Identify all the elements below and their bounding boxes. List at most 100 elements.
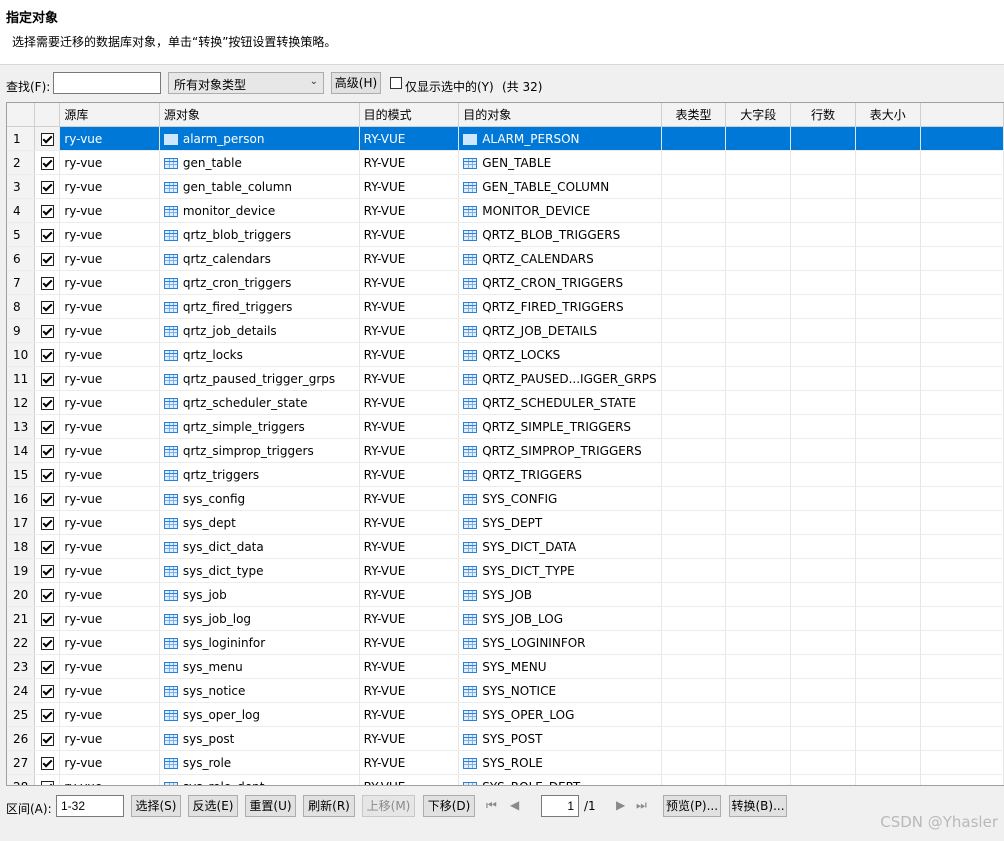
table-row[interactable]: 1 ry-vue alarm_person RY-VUE ALARM_PERSON xyxy=(7,126,1004,151)
select-button[interactable]: 选择(S) xyxy=(131,795,181,817)
table-row[interactable]: 16 ry-vue sys_config RY-VUE SYS_CONFIG xyxy=(7,486,1004,511)
row-checkbox[interactable] xyxy=(34,630,61,655)
column-header-target-schema[interactable]: 目的模式 xyxy=(359,103,460,127)
object-grid[interactable]: 源库 源对象 目的模式 目的对象 表类型 大字段 行数 表大小 1 ry-vue a… xyxy=(6,102,1004,786)
show-selected-checkbox[interactable] xyxy=(390,77,402,89)
table-row[interactable]: 10 ry-vue qrtz_locks RY-VUE QRTZ_LOCKS xyxy=(7,342,1004,367)
row-checkbox[interactable] xyxy=(34,726,61,751)
row-checkbox[interactable] xyxy=(34,558,61,583)
table-row[interactable]: 23 ry-vue sys_menu RY-VUE SYS_MENU xyxy=(7,654,1004,679)
source-db-cell: ry-vue xyxy=(59,270,160,295)
table-row[interactable]: 15 ry-vue qrtz_triggers RY-VUE QRTZ_TRIGGERS xyxy=(7,462,1004,487)
table-row[interactable]: 7 ry-vue qrtz_cron_triggers RY-VUE QRTZ_CRON… xyxy=(7,270,1004,295)
prev-page-icon[interactable]: ◀ xyxy=(510,798,519,812)
column-header-source-object[interactable]: 源对象 xyxy=(159,103,360,127)
table-row[interactable]: 8 ry-vue qrtz_fired_triggers RY-VUE QRTZ_FIR… xyxy=(7,294,1004,319)
table-row[interactable]: 28 ry-vue sys_role_dept RY-VUE SYS_ROLE_DEPT xyxy=(7,774,1004,785)
table-row[interactable]: 6 ry-vue qrtz_calendars RY-VUE QRTZ_CALENDAR… xyxy=(7,246,1004,271)
find-input[interactable] xyxy=(53,72,161,94)
next-page-icon[interactable]: ▶ xyxy=(616,798,625,812)
row-checkbox[interactable] xyxy=(34,510,61,535)
row-checkbox[interactable] xyxy=(34,774,61,785)
move-up-button[interactable]: 上移(M) xyxy=(362,795,415,817)
column-header-lob[interactable]: 大字段 xyxy=(725,103,792,127)
footer-bar: 区间(A): 选择(S) 反选(E) 重置(U) 刷新(R) 上移(M) 下移(… xyxy=(0,787,1004,827)
row-checkbox[interactable] xyxy=(34,702,61,727)
range-input[interactable] xyxy=(56,795,124,817)
check-header[interactable] xyxy=(34,103,61,127)
table-row[interactable]: 18 ry-vue sys_dict_data RY-VUE SYS_DICT_DATA xyxy=(7,534,1004,559)
move-down-button[interactable]: 下移(D) xyxy=(423,795,475,817)
table-row[interactable]: 11 ry-vue qrtz_paused_trigger_grps RY-VUE QR… xyxy=(7,366,1004,391)
target-object-cell: SYS_MENU xyxy=(458,654,662,679)
row-checkbox[interactable] xyxy=(34,222,61,247)
row-checkbox[interactable] xyxy=(34,342,61,367)
row-checkbox[interactable] xyxy=(34,654,61,679)
column-header-source-db[interactable]: 源库 xyxy=(59,103,160,127)
column-header-table-size[interactable]: 表大小 xyxy=(855,103,921,127)
table-row[interactable]: 13 ry-vue qrtz_simple_triggers RY-VUE QRTZ_S… xyxy=(7,414,1004,439)
row-checkbox[interactable] xyxy=(34,486,61,511)
row-checkbox[interactable] xyxy=(34,198,61,223)
table-icon xyxy=(163,373,178,385)
last-page-icon[interactable]: ⏭ xyxy=(636,798,647,813)
table-row[interactable]: 2 ry-vue gen_table RY-VUE GEN_TABLE xyxy=(7,150,1004,175)
object-type-select[interactable]: 所有对象类型 ⌄ xyxy=(168,72,324,94)
source-db-cell: ry-vue xyxy=(59,462,160,487)
table-row[interactable]: 22 ry-vue sys_logininfor RY-VUE SYS_LOGININF… xyxy=(7,630,1004,655)
target-schema-cell: RY-VUE xyxy=(359,438,460,463)
filler-cell xyxy=(920,534,1004,559)
rows-cell xyxy=(790,414,856,439)
column-header-rows[interactable]: 行数 xyxy=(790,103,856,127)
row-checkbox[interactable] xyxy=(34,270,61,295)
row-checkbox[interactable] xyxy=(34,750,61,775)
invert-selection-button[interactable]: 反选(E) xyxy=(188,795,238,817)
row-number: 19 xyxy=(7,558,36,583)
row-number: 8 xyxy=(7,294,36,319)
reset-button[interactable]: 重置(U) xyxy=(245,795,296,817)
filler-cell xyxy=(920,654,1004,679)
filler-cell xyxy=(920,438,1004,463)
table-row[interactable]: 3 ry-vue gen_table_column RY-VUE GEN_TABLE_C… xyxy=(7,174,1004,199)
target-object-cell: QRTZ_SIMPROP_TRIGGERS xyxy=(458,438,662,463)
row-checkbox[interactable] xyxy=(34,150,61,175)
column-header-table-type[interactable]: 表类型 xyxy=(661,103,727,127)
row-checkbox[interactable] xyxy=(34,534,61,559)
first-page-icon[interactable]: ⏮ xyxy=(486,798,497,813)
table-row[interactable]: 20 ry-vue sys_job RY-VUE SYS_JOB xyxy=(7,582,1004,607)
table-row[interactable]: 21 ry-vue sys_job_log RY-VUE SYS_JOB_LOG xyxy=(7,606,1004,631)
row-checkbox[interactable] xyxy=(34,678,61,703)
table-row[interactable]: 24 ry-vue sys_notice RY-VUE SYS_NOTICE xyxy=(7,678,1004,703)
page-input[interactable] xyxy=(541,795,579,817)
table-row[interactable]: 25 ry-vue sys_oper_log RY-VUE SYS_OPER_LOG xyxy=(7,702,1004,727)
row-checkbox[interactable] xyxy=(34,438,61,463)
preview-button[interactable]: 预览(P)... xyxy=(663,795,721,817)
row-checkbox[interactable] xyxy=(34,606,61,631)
table-row[interactable]: 4 ry-vue monitor_device RY-VUE MONITOR_DEVIC… xyxy=(7,198,1004,223)
table-row[interactable]: 17 ry-vue sys_dept RY-VUE SYS_DEPT xyxy=(7,510,1004,535)
table-row[interactable]: 5 ry-vue qrtz_blob_triggers RY-VUE QRTZ_BLOB… xyxy=(7,222,1004,247)
row-checkbox[interactable] xyxy=(34,294,61,319)
table-row[interactable]: 14 ry-vue qrtz_simprop_triggers RY-VUE QRTZ_… xyxy=(7,438,1004,463)
row-checkbox[interactable] xyxy=(34,414,61,439)
row-checkbox[interactable] xyxy=(34,462,61,487)
advanced-button[interactable]: 高级(H) xyxy=(331,72,381,94)
convert-button[interactable]: 转换(B)... xyxy=(729,795,787,817)
filler-cell xyxy=(920,774,1004,785)
table-row[interactable]: 27 ry-vue sys_role RY-VUE SYS_ROLE xyxy=(7,750,1004,775)
row-checkbox[interactable] xyxy=(34,390,61,415)
source-object-name: sys_job xyxy=(182,587,227,602)
table-row[interactable]: 19 ry-vue sys_dict_type RY-VUE SYS_DICT_TYPE xyxy=(7,558,1004,583)
table-row[interactable]: 26 ry-vue sys_post RY-VUE SYS_POST xyxy=(7,726,1004,751)
row-checkbox[interactable] xyxy=(34,318,61,343)
column-header-target-object[interactable]: 目的对象 xyxy=(458,103,662,127)
row-checkbox[interactable] xyxy=(34,366,61,391)
refresh-button[interactable]: 刷新(R) xyxy=(303,795,355,817)
row-checkbox[interactable] xyxy=(34,582,61,607)
table-row[interactable]: 12 ry-vue qrtz_scheduler_state RY-VUE QRTZ_S… xyxy=(7,390,1004,415)
row-checkbox[interactable] xyxy=(34,246,61,271)
lob-cell xyxy=(725,126,792,151)
table-row[interactable]: 9 ry-vue qrtz_job_details RY-VUE QRTZ_JOB_DE… xyxy=(7,318,1004,343)
row-checkbox[interactable] xyxy=(34,126,61,151)
row-checkbox[interactable] xyxy=(34,174,61,199)
